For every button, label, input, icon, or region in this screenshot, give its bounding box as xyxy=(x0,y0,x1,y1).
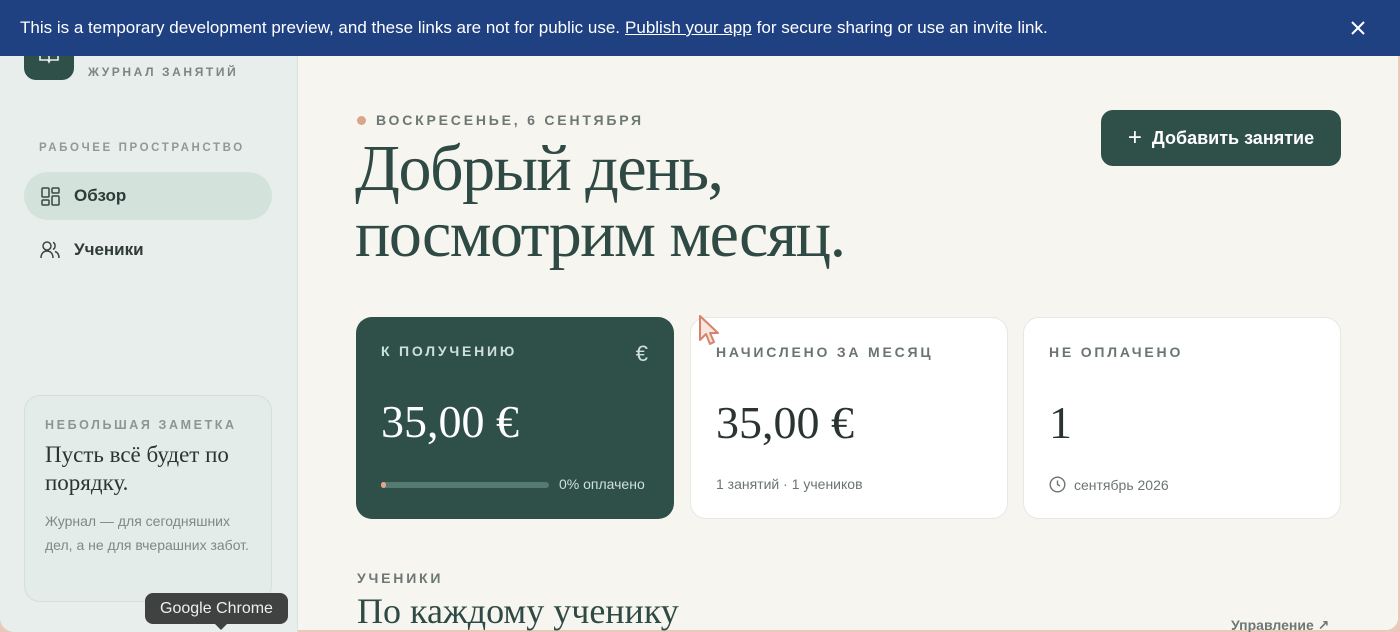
dev-preview-banner: This is a temporary development preview,… xyxy=(0,0,1400,56)
workspace-label: РАБОЧЕЕ ПРОСТРАНСТВО xyxy=(39,142,245,154)
app-window: ЖУРНАЛ ЗАНЯТИЙ РАБОЧЕЕ ПРОСТРАНСТВО Обзо… xyxy=(0,0,1400,632)
users-icon xyxy=(40,240,60,260)
receivable-card[interactable]: К ПОЛУЧЕНИЮ € 35,00 € 0% оплачено xyxy=(356,317,674,519)
date-line: ВОСКРЕСЕНЬЕ, 6 СЕНТЯБРЯ xyxy=(357,112,644,128)
payment-progress-bar xyxy=(381,482,549,488)
accrued-card[interactable]: НАЧИСЛЕНО ЗА МЕСЯЦ 35,00 € 1 занятий · 1… xyxy=(690,317,1008,519)
students-section-title: По каждому ученику xyxy=(357,591,679,631)
card-label: НЕ ОПЛАЧЕНО xyxy=(1049,344,1184,360)
publish-app-link[interactable]: Publish your app xyxy=(625,18,752,38)
students-section-label: УЧЕНИКИ xyxy=(357,570,444,586)
manage-link[interactable]: Управление ↗ xyxy=(1231,617,1329,632)
banner-text-after: for secure sharing or use an invite link… xyxy=(756,18,1048,37)
card-footer: 1 занятий · 1 учеников xyxy=(716,476,863,492)
note-title: Пусть всё будет по порядку. xyxy=(45,442,229,495)
unpaid-card[interactable]: НЕ ОПЛАЧЕНО 1 сентябрь 2026 xyxy=(1023,317,1341,519)
add-lesson-label: Добавить занятие xyxy=(1151,127,1315,148)
card-value: 35,00 € xyxy=(381,396,519,447)
greeting-line-2: посмотрим месяц. xyxy=(355,198,846,271)
sidebar-item-label: Ученики xyxy=(74,240,144,259)
card-value: 1 xyxy=(1049,397,1072,448)
note-card: НЕБОЛЬШАЯ ЗАМЕТКА Пусть всё будет по пор… xyxy=(24,395,272,602)
card-footer-text: сентябрь 2026 xyxy=(1074,476,1169,493)
plus-icon: + xyxy=(1127,124,1142,151)
banner-text-before: This is a temporary development preview,… xyxy=(20,18,621,37)
sidebar: ЖУРНАЛ ЗАНЯТИЙ РАБОЧЕЕ ПРОСТРАНСТВО Обзо… xyxy=(0,0,298,632)
page-title: Добрый день, посмотрим месяц. xyxy=(355,132,846,271)
close-icon[interactable] xyxy=(1346,16,1370,40)
note-body: Журнал — для сегодняшних дел, а не для в… xyxy=(45,513,249,553)
mouse-cursor-icon xyxy=(699,315,719,345)
payment-progress-text: 0% оплачено xyxy=(559,476,645,492)
sidebar-item-students[interactable]: Ученики xyxy=(24,226,272,274)
grid-icon xyxy=(40,186,60,206)
sidebar-item-overview[interactable]: Обзор xyxy=(24,172,272,220)
tooltip: Google Chrome xyxy=(145,593,288,630)
card-label: К ПОЛУЧЕНИЮ xyxy=(381,343,518,359)
sidebar-item-label: Обзор xyxy=(74,186,127,205)
card-value: 35,00 € xyxy=(716,397,854,448)
card-footer-text: 1 занятий · 1 учеников xyxy=(716,476,863,492)
greeting-line-1: Добрый день, xyxy=(355,132,724,205)
add-lesson-button[interactable]: + Добавить занятие xyxy=(1101,110,1341,166)
payment-progress-fill xyxy=(381,482,386,488)
card-label: НАЧИСЛЕНО ЗА МЕСЯЦ xyxy=(716,344,934,360)
current-date: ВОСКРЕСЕНЬЕ, 6 СЕНТЯБРЯ xyxy=(376,112,644,128)
euro-icon: € xyxy=(635,341,648,366)
clock-icon xyxy=(1049,476,1066,493)
card-footer: сентябрь 2026 xyxy=(1049,476,1169,493)
app-subtitle: ЖУРНАЛ ЗАНЯТИЙ xyxy=(88,65,239,79)
note-label: НЕБОЛЬШАЯ ЗАМЕТКА xyxy=(45,418,237,432)
status-dot xyxy=(357,115,366,125)
